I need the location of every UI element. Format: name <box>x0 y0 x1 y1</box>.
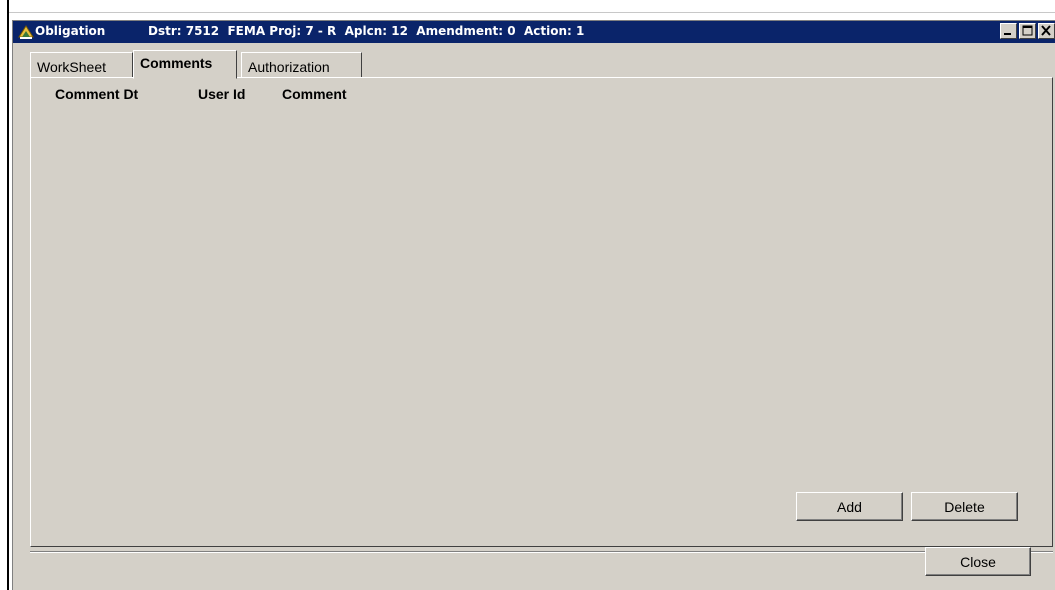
obligation-window: Obligation Dstr: 7512 FEMA Proj: 7 - R A… <box>12 20 1055 590</box>
close-button[interactable]: Close <box>925 547 1031 576</box>
screen-top-strip <box>9 0 1055 13</box>
window-title-info: Dstr: 7512 FEMA Proj: 7 - R Aplcn: 12 Am… <box>148 24 585 38</box>
comments-panel: Comment Dt User Id Comment Add Delete <box>30 77 1053 547</box>
delete-button[interactable]: Delete <box>911 492 1018 521</box>
tab-worksheet[interactable]: WorkSheet <box>30 52 133 78</box>
column-header-comment[interactable]: Comment <box>282 86 347 102</box>
close-icon <box>1041 25 1051 36</box>
maximize-icon <box>1022 25 1033 36</box>
window-title: Obligation <box>35 24 106 38</box>
column-header-user-id[interactable]: User Id <box>198 86 245 102</box>
app-icon <box>18 25 34 39</box>
minimize-icon <box>1004 33 1011 35</box>
tab-comments[interactable]: Comments <box>133 50 237 79</box>
window-controls <box>1000 23 1055 41</box>
column-header-comment-dt[interactable]: Comment Dt <box>55 86 138 102</box>
panel-divider <box>30 551 1053 553</box>
screen-left-edge <box>7 0 9 590</box>
close-window-button[interactable] <box>1038 23 1055 39</box>
tab-authorization[interactable]: Authorization <box>241 52 362 78</box>
minimize-button[interactable] <box>1000 23 1017 39</box>
title-bar[interactable]: Obligation Dstr: 7512 FEMA Proj: 7 - R A… <box>13 21 1055 43</box>
maximize-button[interactable] <box>1019 23 1036 39</box>
add-button[interactable]: Add <box>796 492 903 521</box>
